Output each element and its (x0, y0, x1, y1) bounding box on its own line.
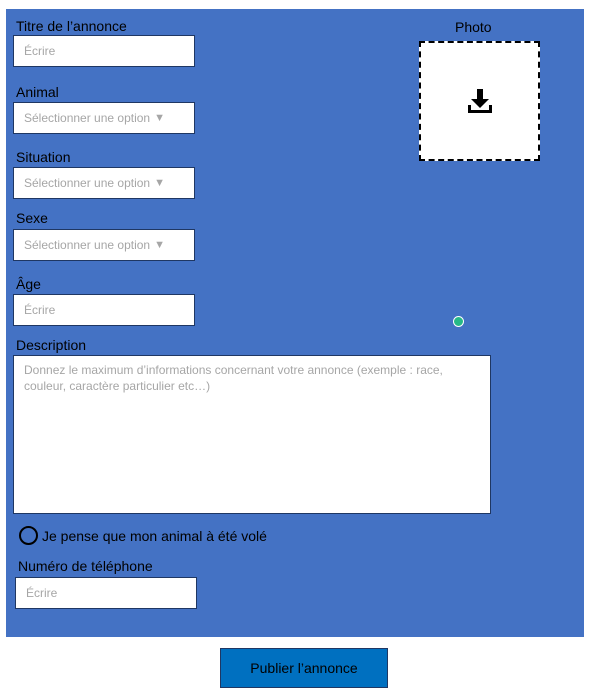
description-label: Description (16, 337, 87, 353)
stolen-radio[interactable] (19, 526, 38, 545)
description-textarea[interactable]: Donnez le maximum d’informations concern… (13, 355, 491, 514)
age-placeholder: Écrire (24, 303, 56, 317)
situation-label: Situation (16, 149, 71, 165)
description-placeholder: Donnez le maximum d’informations concern… (24, 363, 443, 393)
publish-button[interactable]: Publier l’annonce (220, 648, 388, 688)
stolen-label[interactable]: Je pense que mon animal à été volé (42, 528, 267, 545)
title-placeholder: Écrire (24, 44, 56, 58)
sexe-label: Sexe (16, 210, 48, 226)
situation-select[interactable]: Sélectionner une option ▼ (13, 167, 195, 199)
publish-button-label: Publier l’annonce (250, 660, 358, 676)
title-label: Titre de l’annonce (16, 18, 127, 34)
phone-placeholder: Écrire (26, 586, 58, 600)
status-dot (453, 316, 464, 327)
chevron-down-icon: ▼ (154, 177, 165, 189)
download-icon (467, 89, 492, 113)
phone-input[interactable]: Écrire (15, 577, 197, 609)
situation-select-placeholder: Sélectionner une option (24, 176, 151, 190)
age-label: Âge (16, 276, 41, 292)
animal-select[interactable]: Sélectionner une option ▼ (13, 102, 195, 134)
animal-select-placeholder: Sélectionner une option (24, 111, 151, 125)
title-input[interactable]: Écrire (13, 35, 195, 67)
phone-label: Numéro de téléphone (18, 558, 153, 574)
photo-upload-box[interactable] (419, 41, 540, 161)
age-input[interactable]: Écrire (13, 294, 195, 326)
chevron-down-icon: ▼ (154, 112, 165, 124)
sexe-select[interactable]: Sélectionner une option ▼ (13, 229, 195, 261)
sexe-select-placeholder: Sélectionner une option (24, 238, 151, 252)
chevron-down-icon: ▼ (154, 239, 165, 251)
photo-label: Photo (455, 19, 492, 35)
animal-label: Animal (16, 84, 59, 100)
